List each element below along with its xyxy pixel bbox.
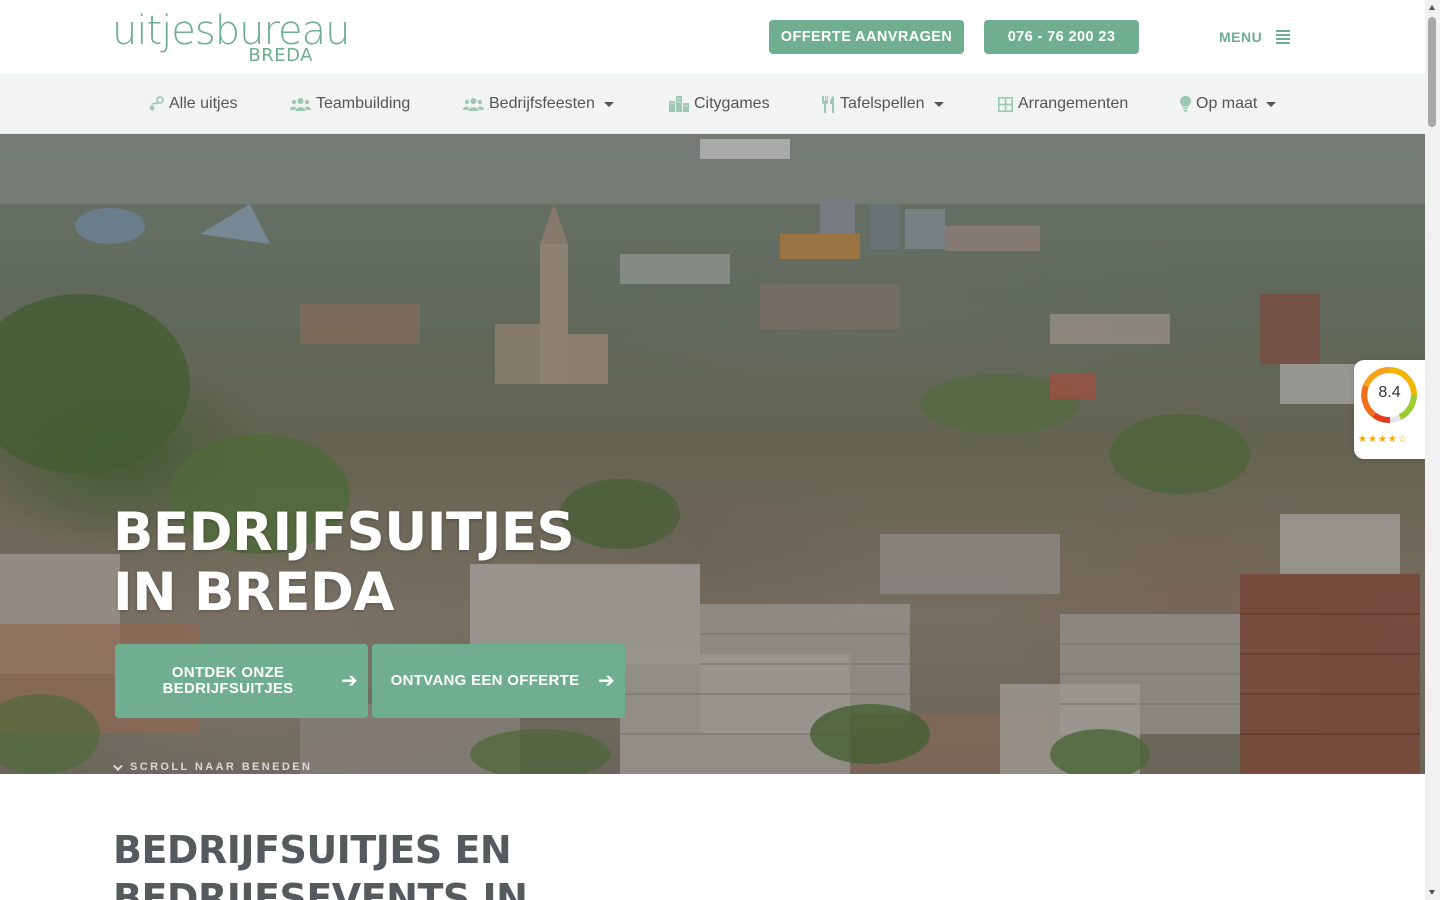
nav-item-alle-uitjes[interactable]: Alle uitjes <box>148 74 237 134</box>
nav-item-label: Bedrijfsfeesten <box>489 95 595 112</box>
caret-down-icon <box>1266 101 1277 107</box>
nav-item-label: Op maat <box>1196 95 1258 112</box>
logo-wordmark: uitjesbureau <box>112 8 350 54</box>
logo-city: BREDA <box>248 45 313 66</box>
hero-title-line1: BEDRIJFSUITJES <box>113 502 575 563</box>
scroll-label: SCROLL NAAR BENEDEN <box>130 761 313 773</box>
ontdek-bedrijfsuitjes-button[interactable]: ONTDEK ONZE BEDRIJFSUITJES ➔ <box>115 644 368 718</box>
nav-item-label: Alle uitjes <box>169 95 238 112</box>
site-logo[interactable]: uitjesbureau BREDA <box>112 8 350 66</box>
menu-toggle[interactable]: MENU <box>1219 26 1291 48</box>
nav-item-label: Arrangementen <box>1018 95 1129 112</box>
page-scrollbar[interactable] <box>1425 0 1440 900</box>
main-nav: Alle uitjes Teambuilding Bedrijfsfeesten… <box>0 74 1425 134</box>
users-icon <box>463 97 484 111</box>
nav-item-op-maat[interactable]: Op maat <box>1180 74 1277 134</box>
arrow-right-icon: ➔ <box>598 670 616 692</box>
nav-item-arrangementen[interactable]: Arrangementen <box>998 74 1128 134</box>
nav-item-label: Teambuilding <box>316 95 411 112</box>
users-icon <box>290 97 311 111</box>
menu-label: MENU <box>1219 29 1263 45</box>
section-title: BEDRIJFSUITJES EN BEDRIJFSEVENTS IN <box>113 826 528 900</box>
nav-item-tafelspellen[interactable]: Tafelspellen <box>821 74 944 134</box>
ontvang-offerte-button[interactable]: ONTVANG EEN OFFERTE ➔ <box>372 644 625 718</box>
arrow-right-icon: ➔ <box>341 670 359 692</box>
nav-item-citygames[interactable]: Citygames <box>669 74 770 134</box>
nav-item-label: Tafelspellen <box>840 95 925 112</box>
hero-title: BEDRIJFSUITJES IN BREDA <box>113 502 575 623</box>
caret-down-icon <box>933 101 944 107</box>
scroll-down-link[interactable]: SCROLL NAAR BENEDEN <box>112 760 313 773</box>
offerte-aanvragen-button[interactable]: OFFERTE AANVRAGEN <box>769 20 964 54</box>
city-icon <box>669 96 689 112</box>
nav-item-bedrijfsfeesten[interactable]: Bedrijfsfeesten <box>463 74 614 134</box>
hamburger-icon <box>1276 30 1291 44</box>
section-title-line2: BEDRIJFSEVENTS IN <box>113 876 528 900</box>
caret-down-icon <box>603 101 614 107</box>
scroll-up-icon[interactable] <box>1429 5 1435 10</box>
nav-item-teambuilding[interactable]: Teambuilding <box>290 74 410 134</box>
chevron-down-icon <box>112 760 123 771</box>
cta-label: ONTVANG EEN OFFERTE <box>390 672 580 689</box>
site-header: uitjesbureau BREDA OFFERTE AANVRAGEN 076… <box>0 0 1425 74</box>
rating-stars: ★★★★☆ <box>1358 434 1408 445</box>
lightbulb-icon <box>1180 96 1191 112</box>
scroll-down-icon[interactable] <box>1429 890 1435 895</box>
nav-item-label: Citygames <box>694 95 770 112</box>
rating-widget[interactable]: 8.4 ★★★★☆ <box>1354 360 1425 459</box>
hero-section: BEDRIJFSUITJES IN BREDA ONTDEK ONZE BEDR… <box>0 134 1425 774</box>
scrollbar-thumb[interactable] <box>1428 17 1436 127</box>
phone-button[interactable]: 076 - 76 200 23 <box>984 20 1139 54</box>
route-icon <box>148 96 164 112</box>
rating-score: 8.4 <box>1378 384 1401 401</box>
utensils-icon <box>821 95 835 113</box>
grid-icon <box>998 96 1013 112</box>
hero-title-line2: IN BREDA <box>113 562 394 623</box>
section-title-line1: BEDRIJFSUITJES EN <box>113 828 512 872</box>
cta-label: ONTDEK ONZE BEDRIJFSUITJES <box>162 664 294 697</box>
